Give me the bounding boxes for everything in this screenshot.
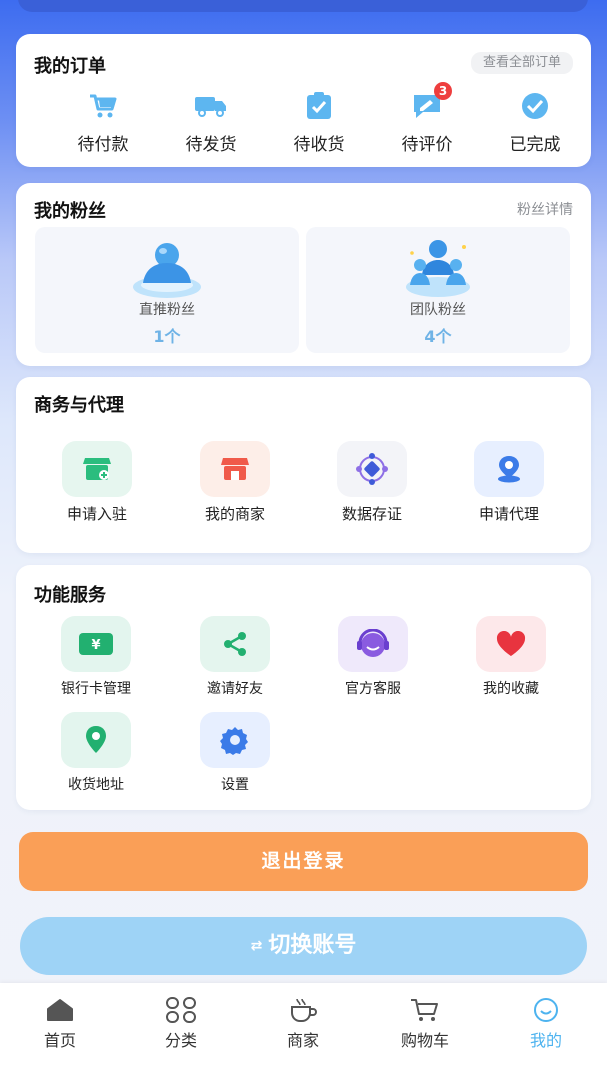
- cart-icon: [48, 90, 158, 122]
- business-card: 商务与代理 申请入驻 我的商家 数据存证 申请代理: [16, 377, 591, 553]
- my-favorites-button[interactable]: 我的收藏: [451, 616, 571, 698]
- tab-home[interactable]: 首页: [10, 997, 110, 1051]
- orders-title: 我的订单: [34, 56, 106, 77]
- tab-category[interactable]: 分类: [131, 997, 231, 1051]
- team-fans-box[interactable]: 4个 团队粉丝: [306, 227, 570, 353]
- team-fans-label: 团队粉丝: [410, 302, 466, 318]
- service-item-label: 官方客服: [345, 681, 401, 697]
- direct-fans-count: 1个: [153, 327, 181, 346]
- data-network-icon: [337, 441, 407, 497]
- fans-title: 我的粉丝: [34, 201, 106, 222]
- business-item-label: 申请入驻: [66, 505, 127, 523]
- shop-icon: [200, 441, 270, 497]
- review-count-badge: 3: [434, 82, 452, 100]
- services-card: 功能服务 ¥ 银行卡管理 邀请好友 官方客服 我的收藏 收货地址 设置: [16, 565, 591, 810]
- invite-friends-button[interactable]: 邀请好友: [175, 616, 295, 698]
- tab-label: 商家: [286, 1031, 319, 1050]
- team-fans-count: 4个: [424, 327, 452, 346]
- customer-service-button[interactable]: 官方客服: [313, 616, 433, 698]
- service-item-label: 我的收藏: [483, 681, 539, 697]
- order-pending-payment[interactable]: 待付款: [48, 90, 158, 155]
- bottom-tab-bar: 首页 分类 商家 购物车 我的: [0, 983, 607, 1080]
- order-pending-shipment[interactable]: 待发货: [156, 90, 266, 155]
- order-pending-receipt[interactable]: 待收货: [264, 90, 374, 155]
- direct-fans-box[interactable]: 1个 直推粉丝: [35, 227, 299, 353]
- service-item-label: 收货地址: [68, 777, 124, 793]
- business-title: 商务与代理: [34, 395, 124, 416]
- order-label: 待评价: [401, 135, 453, 155]
- data-evidence-button[interactable]: 数据存证: [312, 441, 432, 524]
- business-item-label: 我的商家: [204, 505, 265, 523]
- check-circle-icon: [480, 90, 590, 122]
- fans-card: 我的粉丝 粉丝详情 1个 直推粉丝 4个 团队粉丝: [16, 183, 591, 366]
- clipboard-check-icon: [264, 90, 374, 122]
- business-item-label: 申请代理: [478, 505, 539, 523]
- service-item-label: 设置: [221, 777, 249, 793]
- header-strip: [18, 0, 588, 12]
- gear-icon: [200, 712, 270, 768]
- switch-account-button[interactable]: ⇄ 切换账号: [20, 917, 587, 975]
- order-label: 待发货: [185, 135, 237, 155]
- direct-fans-label: 直推粉丝: [139, 302, 195, 318]
- logout-button[interactable]: 退出登录: [19, 832, 588, 891]
- order-label: 已完成: [509, 135, 561, 155]
- shipping-address-button[interactable]: 收货地址: [36, 712, 156, 794]
- tab-merchants[interactable]: 商家: [253, 997, 353, 1051]
- fans-details-link[interactable]: 粉丝详情: [517, 199, 573, 219]
- tab-cart[interactable]: 购物车: [375, 997, 475, 1051]
- tab-label: 我的: [529, 1031, 562, 1050]
- order-label: 待付款: [77, 135, 129, 155]
- map-pin-icon: [61, 712, 131, 768]
- settings-button[interactable]: 设置: [175, 712, 295, 794]
- store-add-icon: [62, 441, 132, 497]
- bank-card-button[interactable]: ¥ 银行卡管理: [36, 616, 156, 698]
- truck-icon: [156, 90, 266, 122]
- share-icon: [200, 616, 270, 672]
- apply-settle-button[interactable]: 申请入驻: [37, 441, 157, 524]
- view-all-orders-link[interactable]: 查看全部订单: [470, 52, 573, 74]
- tab-label: 首页: [43, 1031, 76, 1050]
- tab-mine[interactable]: 我的: [496, 997, 596, 1051]
- order-label: 待收货: [293, 135, 345, 155]
- home-icon: [10, 997, 110, 1023]
- tab-label: 购物车: [400, 1031, 449, 1050]
- coffee-icon: [253, 997, 353, 1023]
- service-item-label: 邀请好友: [207, 681, 263, 697]
- bank-card-icon: ¥: [61, 616, 131, 672]
- business-item-label: 数据存证: [341, 505, 402, 523]
- category-icon: [131, 997, 231, 1023]
- services-title: 功能服务: [34, 585, 106, 606]
- tab-label: 分类: [164, 1031, 197, 1050]
- headset-icon: [338, 616, 408, 672]
- my-merchants-button[interactable]: 我的商家: [175, 441, 295, 524]
- single-user-3d-icon: [127, 235, 207, 307]
- svg-text:¥: ¥: [91, 638, 100, 653]
- apply-agent-button[interactable]: 申请代理: [449, 441, 569, 524]
- heart-icon: [476, 616, 546, 672]
- location-agent-icon: [474, 441, 544, 497]
- switch-arrows-icon: ⇄: [250, 938, 263, 954]
- order-completed[interactable]: 已完成: [480, 90, 590, 155]
- smile-icon: [496, 997, 596, 1023]
- cart-icon: [375, 997, 475, 1023]
- service-item-label: 银行卡管理: [61, 681, 131, 697]
- orders-card: 我的订单 查看全部订单 待付款 待发货 待收货 3 待评价 已完成: [16, 34, 591, 167]
- review-icon: 3: [372, 82, 482, 122]
- switch-account-label: 切换账号: [268, 933, 357, 958]
- team-users-3d-icon: [398, 235, 478, 307]
- order-pending-review[interactable]: 3 待评价: [372, 82, 482, 155]
